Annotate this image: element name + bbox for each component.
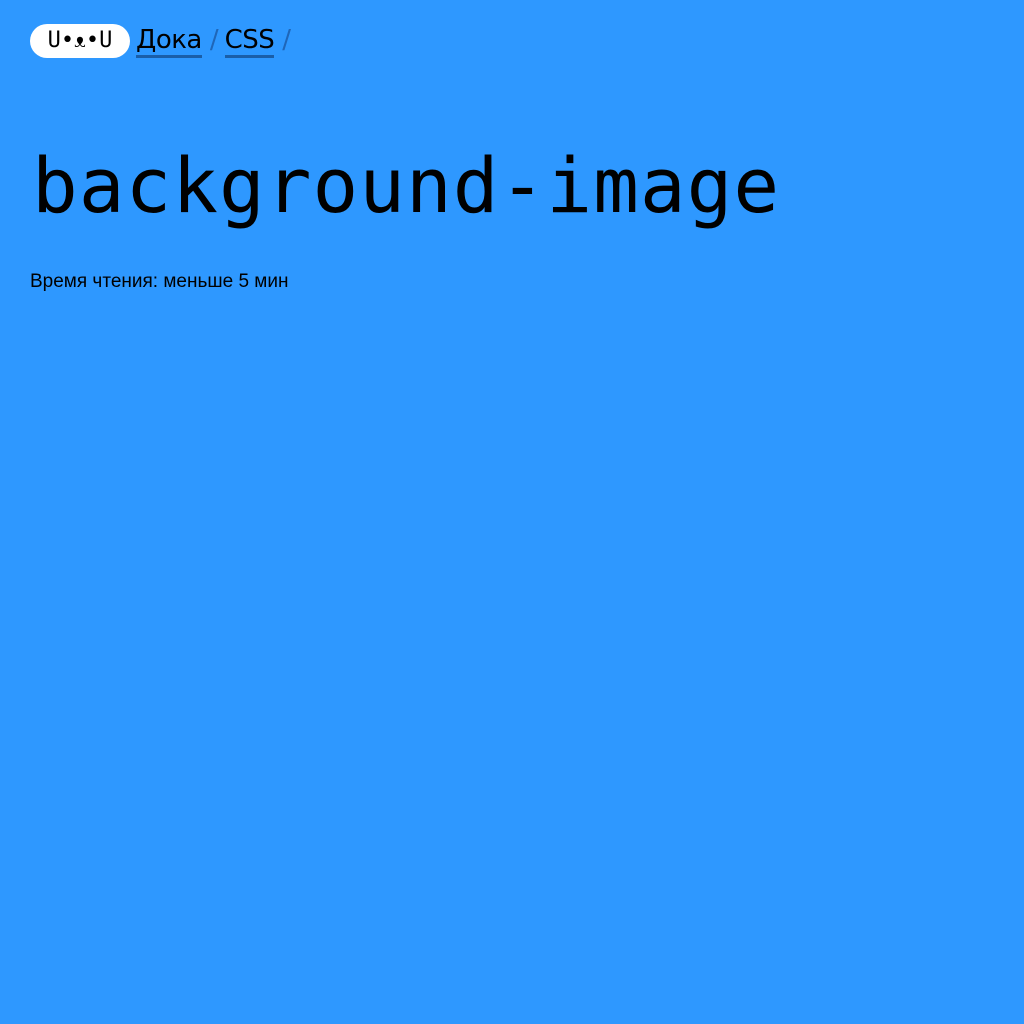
site-header: U•ᴥ•U Дока / CSS / [30,24,297,64]
breadcrumb-link-css[interactable]: CSS [224,24,275,58]
page-title: background-image [32,141,781,230]
breadcrumb-separator: / [282,25,292,55]
breadcrumb-separator: / [209,25,219,55]
site-logo[interactable]: U•ᴥ•U [30,24,130,58]
reading-time: Время чтения: меньше 5 мин [30,271,289,292]
breadcrumb-link-doka[interactable]: Дока [136,24,202,58]
